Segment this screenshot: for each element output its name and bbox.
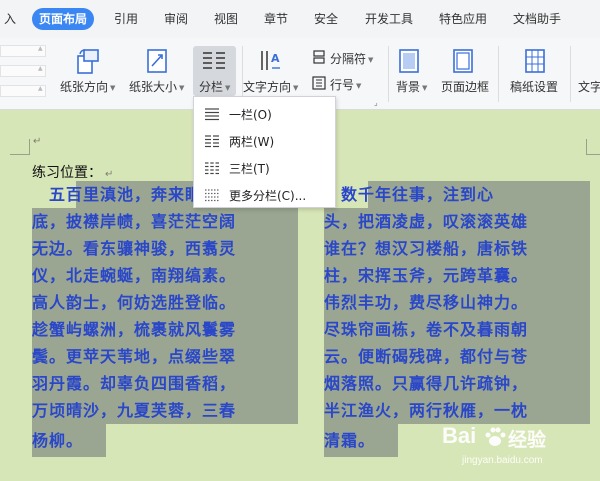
orientation-button[interactable]: 纸张方向 ▼ [60, 78, 115, 95]
left-line: 杨柳。 [32, 431, 84, 450]
right-line: 谁在？想汉习楼船，唐标铁 [324, 239, 529, 258]
text-direction-button[interactable]: 文字方向 ▼ [243, 78, 298, 95]
menu-features[interactable]: 特色应用 [432, 8, 494, 30]
menu-view[interactable]: 视图 [208, 8, 244, 30]
one-column-icon [205, 108, 219, 121]
page-border-icon[interactable] [452, 48, 474, 74]
practice-label: 练习位置： ↵ [32, 165, 114, 181]
margin-bottom-spinner[interactable]: ▲ [0, 65, 46, 77]
left-line: 五百里滇池，奔来眼 [32, 185, 203, 204]
columns-button[interactable]: 分栏 ▼ [199, 78, 230, 95]
watermark-url: jingyan.baidu.com [462, 455, 543, 466]
breaks-icon[interactable] [312, 50, 326, 64]
manuscript-icon[interactable] [524, 48, 546, 74]
menu-review[interactable]: 审阅 [158, 8, 194, 30]
paper-size-button[interactable]: 纸张大小 ▼ [129, 78, 184, 95]
ribbon-separator [498, 46, 499, 102]
dropdown-three-columns[interactable]: 三栏(T) [194, 154, 335, 181]
right-line: 云。便断碣残碑，都付与苍 [324, 347, 529, 366]
left-line: 趁蟹屿螺洲，梳裹就风鬟雾 [32, 320, 237, 339]
menu-doc-assistant[interactable]: 文档助手 [506, 8, 568, 30]
line-numbers-icon[interactable] [312, 76, 326, 90]
menu-developer[interactable]: 开发工具 [358, 8, 420, 30]
background-button[interactable]: 背景 ▼ [396, 78, 427, 95]
menu-insert[interactable]: 入 [0, 8, 20, 30]
menu-references[interactable]: 引用 [108, 8, 144, 30]
margin-spinners: ▲ ▲ ▲ [0, 45, 48, 106]
right-line: 半江渔火，两行秋雁，一枕 [324, 401, 529, 420]
ribbon-separator [570, 46, 571, 102]
left-column[interactable]: 五百里滇池，奔来眼 底，披襟岸帻，喜茫茫空阔 无边。看东骧神骏，西翥灵 仪，北走… [32, 181, 298, 457]
line-numbers-button[interactable]: 行号 ▼ [330, 76, 361, 93]
left-line: 羽丹霞。却辜负四围香稻， [32, 374, 237, 393]
right-line: 头，把酒凌虚，叹滚滚英雄 [324, 212, 529, 231]
dropdown-one-column[interactable]: 一栏(O) [194, 100, 335, 127]
ribbon-separator [388, 46, 389, 102]
paper-size-icon[interactable] [146, 48, 168, 74]
right-line: 伟烈丰功，费尽移山神力。 [324, 293, 529, 312]
margin-top-spinner[interactable]: ▲ [0, 45, 46, 57]
breaks-button[interactable]: 分隔符 ▼ [330, 50, 373, 67]
right-line: 清霜。 [324, 431, 376, 450]
paragraph-mark: ↵ [33, 136, 42, 147]
svg-text:A: A [271, 52, 280, 65]
margin-corner-mark [10, 139, 30, 155]
dropdown-more-columns[interactable]: 更多分栏(C)... [194, 181, 335, 208]
more-columns-icon [205, 189, 219, 202]
paw-icon [485, 427, 506, 446]
dialog-launcher-icon[interactable]: ⌟ [374, 98, 378, 107]
menu-bar: 入 页面布局 引用 审阅 视图 章节 安全 开发工具 特色应用 文档助手 [0, 0, 600, 38]
text-direction-icon[interactable]: A [258, 48, 284, 74]
orientation-icon[interactable] [76, 48, 100, 74]
right-line: 烟落照。只赢得几许疏钟， [324, 374, 529, 393]
right-line: 柱，宋挥玉斧，元跨革囊。 [324, 266, 529, 285]
margin-corner-mark [586, 139, 600, 155]
columns-dropdown: 一栏(O) 两栏(W) 三栏(T) 更多分栏(C)... [193, 96, 336, 208]
columns-icon[interactable] [201, 50, 227, 72]
left-line: 仪，北走蜿蜒，南翔缟素。 [32, 266, 237, 285]
left-line: 底，披襟岸帻，喜茫茫空阔 [32, 212, 237, 231]
baidu-watermark: Bai 经验 jingyan.baidu.com [440, 423, 590, 475]
dropdown-two-columns[interactable]: 两栏(W) [194, 127, 335, 154]
menu-page-layout[interactable]: 页面布局 [32, 8, 94, 30]
right-line: 数千年往事，注到心 [324, 185, 495, 204]
three-columns-icon [205, 162, 219, 175]
right-column[interactable]: 数千年往事，注到心 头，把酒凌虚，叹滚滚英雄 谁在？想汉习楼船，唐标铁 柱，宋挥… [324, 181, 590, 457]
manuscript-button[interactable]: 稿纸设置 [510, 78, 558, 95]
two-columns-icon [205, 135, 219, 148]
background-icon[interactable] [398, 48, 420, 74]
left-line: 鬓。更苹天苇地，点缀些翠 [32, 347, 237, 366]
menu-chapter[interactable]: 章节 [258, 8, 294, 30]
left-line: 高人韵士，何妨选胜登临。 [32, 293, 237, 312]
left-line: 无边。看东骧神骏，西翥灵 [32, 239, 237, 258]
text-wrap-button[interactable]: 文字 [578, 78, 600, 95]
margin-left-spinner[interactable]: ▲ [0, 85, 46, 97]
left-line: 万顷晴沙，九夏芙蓉，三春 [32, 401, 237, 420]
page-border-button[interactable]: 页面边框 [441, 78, 489, 95]
right-line: 尽珠帘画栋，卷不及暮雨朝 [324, 320, 529, 339]
menu-security[interactable]: 安全 [308, 8, 344, 30]
watermark-suffix: 经验 [508, 430, 547, 451]
watermark-brand: Bai [442, 423, 477, 448]
